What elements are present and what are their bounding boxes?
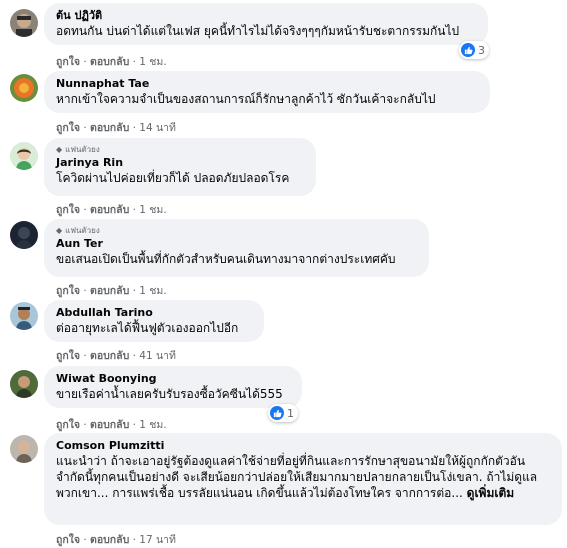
comment-time[interactable]: 1 ชม. [139,204,166,216]
reply-link[interactable]: ตอบกลับ [90,350,129,362]
comment-time[interactable]: 41 นาที [139,350,176,362]
comment-bubble: Nunnaphat Tae หากเข้าใจความจำเป็นของสถาน… [44,71,490,113]
like-link[interactable]: ถูกใจ [56,534,80,546]
like-link[interactable]: ถูกใจ [56,56,80,68]
comment-text: ต่ออายุทะเลได้ฟื้นฟูตัวเองออกไปอีก [56,321,239,335]
reaction-count-badge[interactable]: 1 [268,404,298,422]
comment-actions: ถูกใจ · ตอบกลับ · 1 ชม. [56,419,167,431]
comment-time[interactable]: 14 นาที [139,122,176,134]
comment-text: หากเข้าใจความจำเป็นของสถานการณ์ก็รักษาลู… [56,92,436,106]
like-link[interactable]: ถูกใจ [56,419,80,431]
thumbs-up-icon [270,406,284,420]
fan-badge-label: แฟนตัวยง [65,145,100,154]
comment-actions: ถูกใจ · ตอบกลับ · 1 ชม. [56,56,167,68]
comment-bubble: Comson Plumzitti แนะนำว่า ถ้าจะเอาอยู่รั… [44,433,562,525]
avatar[interactable] [10,142,38,170]
commenter-name[interactable]: Comson Plumzitti [56,439,550,453]
commenter-name[interactable]: Nunnaphat Tae [56,77,478,91]
reply-link[interactable]: ตอบกลับ [90,122,129,134]
reaction-count: 1 [287,406,294,420]
avatar[interactable] [10,370,38,398]
comment-text: แนะนำว่า ถ้าจะเอาอยู่รัฐต้องดูแลค่าใช้จ่… [56,453,550,501]
comment-actions: ถูกใจ · ตอบกลับ · 1 ชม. [56,204,167,216]
comment-actions: ถูกใจ · ตอบกลับ · 41 นาที [56,350,176,362]
comment-time[interactable]: 1 ชม. [139,56,166,68]
reply-link[interactable]: ตอบกลับ [90,204,129,216]
comment-actions: ถูกใจ · ตอบกลับ · 17 นาที [56,534,176,546]
avatar[interactable] [10,221,38,249]
commenter-name[interactable]: ต้น ปฏิวัติ [56,9,476,23]
comment-text: ขอเสนอเปิดเป็นพื้นที่กักตัวสำหรับคนเดินท… [56,252,396,266]
diamond-icon: ◆ [56,145,63,154]
comment-time[interactable]: 1 ชม. [139,285,166,297]
comment-bubble: ◆ แฟนตัวยง Aun Ter ขอเสนอเปิดเป็นพื้นที่ก… [44,219,429,277]
avatar[interactable] [10,74,38,102]
fan-badge-label: แฟนตัวยง [65,226,100,235]
diamond-icon: ◆ [56,226,63,235]
avatar[interactable] [10,302,38,330]
comment-text-body: แนะนำว่า ถ้าจะเอาอยู่รัฐต้องดูแลค่าใช้จ่… [56,454,538,500]
comment-actions: ถูกใจ · ตอบกลับ · 1 ชม. [56,285,167,297]
comment-bubble: ต้น ปฏิวัติ อดทนกัน บ่นด่าได้แต่ในเฟส ยุ… [44,3,488,45]
avatar[interactable] [10,435,38,463]
commenter-name[interactable]: Abdullah Tarino [56,306,252,320]
reaction-count-badge[interactable]: 3 [459,41,489,59]
commenter-name[interactable]: Aun Ter [56,237,417,251]
thumbs-up-icon [461,43,475,57]
like-link[interactable]: ถูกใจ [56,204,80,216]
reply-link[interactable]: ตอบกลับ [90,285,129,297]
like-link[interactable]: ถูกใจ [56,122,80,134]
see-more-link[interactable]: ดูเพิ่มเติม [467,486,515,500]
comment-bubble: ◆ แฟนตัวยง Jarinya Rin โควิดผ่านไปค่อยเที… [44,138,316,196]
comment-text: ขายเรือค่าน้ำเลยครับรับรองซื้อวัคซีนได้5… [56,387,283,401]
reply-link[interactable]: ตอบกลับ [90,534,129,546]
comment-time[interactable]: 1 ชม. [139,419,166,431]
commenter-name[interactable]: Wiwat Boonying [56,372,290,386]
reply-link[interactable]: ตอบกลับ [90,56,129,68]
comment-bubble: Wiwat Boonying ขายเรือค่าน้ำเลยครับรับรอ… [44,366,302,408]
commenter-name[interactable]: Jarinya Rin [56,156,304,170]
like-link[interactable]: ถูกใจ [56,285,80,297]
comment-time[interactable]: 17 นาที [139,534,176,546]
reply-link[interactable]: ตอบกลับ [90,419,129,431]
avatar[interactable] [10,9,38,37]
comment-bubble: Abdullah Tarino ต่ออายุทะเลได้ฟื้นฟูตัวเ… [44,300,264,342]
reaction-count: 3 [478,43,485,57]
like-link[interactable]: ถูกใจ [56,350,80,362]
comment-text: อดทนกัน บ่นด่าได้แต่ในเฟส ยุคนี้ทำไรไม่ไ… [56,24,460,38]
comment-actions: ถูกใจ · ตอบกลับ · 14 นาที [56,122,176,134]
top-fan-badge[interactable]: ◆ แฟนตัวยง [56,144,304,155]
comment-text: โควิดผ่านไปค่อยเที่ยวก็ได้ ปลอดภัยปลอดโร… [56,171,290,185]
top-fan-badge[interactable]: ◆ แฟนตัวยง [56,225,417,236]
